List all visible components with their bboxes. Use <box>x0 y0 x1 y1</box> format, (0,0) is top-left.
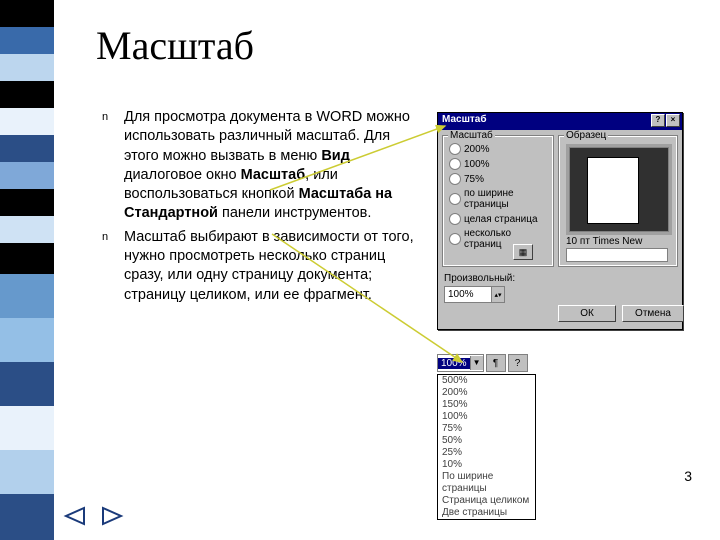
radio-option[interactable]: 100% <box>449 158 547 170</box>
radio-icon <box>449 173 461 185</box>
dropdown-option[interactable]: 100% <box>438 411 535 423</box>
radio-label: 100% <box>464 159 490 170</box>
dropdown-option[interactable]: 150% <box>438 399 535 411</box>
toolbar-fragment: 100% ▼ ¶ ? <box>437 354 528 372</box>
scale-group-label: Масштаб <box>448 130 495 141</box>
toolbar-button-1[interactable]: ¶ <box>486 354 506 372</box>
dropdown-option[interactable]: 50% <box>438 435 535 447</box>
radio-icon <box>449 158 461 170</box>
bullet-marker: n <box>102 108 124 224</box>
dropdown-option[interactable]: 25% <box>438 447 535 459</box>
page-number: 3 <box>684 468 692 484</box>
dropdown-option[interactable]: 75% <box>438 423 535 435</box>
preview-text-box <box>566 248 668 262</box>
zoom-dropdown-list[interactable]: 500%200%150%100%75%50%25%10%По ширине ст… <box>437 374 536 520</box>
arbitrary-label: Произвольный: <box>444 273 515 284</box>
radio-icon <box>449 233 461 245</box>
dropdown-option[interactable]: По ширине страницы <box>438 471 535 495</box>
bullet-item: nМасштаб выбирают в зависимости от того,… <box>102 228 422 305</box>
radio-option[interactable]: целая страница <box>449 213 547 225</box>
preview-groupbox: Образец 10 пт Times New Roman <box>558 135 678 267</box>
dropdown-option[interactable]: 10% <box>438 459 535 471</box>
arbitrary-value: 100% <box>448 289 474 300</box>
dialog-title: Масштаб <box>442 114 487 125</box>
arbitrary-zoom-input[interactable]: 100% ▴▾ <box>444 286 505 303</box>
bullet-item: nДля просмотра документа в WORD можно ис… <box>102 108 422 224</box>
slide-title: Масштаб <box>96 22 254 69</box>
zoom-dialog: Масштаб ? × Масштаб 200% 100% 75% по ширине… <box>437 112 683 330</box>
nav-prev-button[interactable] <box>60 505 90 527</box>
radio-label: 200% <box>464 144 490 155</box>
radio-option[interactable]: 75% <box>449 173 547 185</box>
radio-icon <box>449 193 461 205</box>
multi-page-picker-button[interactable]: ▦ <box>513 244 533 260</box>
close-button[interactable]: × <box>666 114 680 127</box>
cancel-button[interactable]: Отмена <box>622 305 684 322</box>
preview-monitor <box>566 144 672 235</box>
radio-icon <box>449 213 461 225</box>
radio-option[interactable]: 200% <box>449 143 547 155</box>
nav-next-button[interactable] <box>97 505 127 527</box>
radio-icon <box>449 143 461 155</box>
toolbar-button-2[interactable]: ? <box>508 354 528 372</box>
decorative-sidebar <box>0 0 54 540</box>
help-button[interactable]: ? <box>651 114 665 127</box>
dropdown-option[interactable]: 200% <box>438 387 535 399</box>
radio-label: по ширине страницы <box>464 188 547 210</box>
radio-label: 75% <box>464 174 484 185</box>
radio-option[interactable]: по ширине страницы <box>449 188 547 210</box>
ok-button[interactable]: ОК <box>558 305 616 322</box>
bullet-text: Для просмотра документа в WORD можно исп… <box>124 108 422 224</box>
radio-label: целая страница <box>464 214 538 225</box>
chevron-down-icon: ▼ <box>470 356 483 370</box>
dropdown-option[interactable]: Две страницы <box>438 507 535 519</box>
zoom-combo[interactable]: 100% ▼ <box>437 354 484 372</box>
scale-groupbox: Масштаб 200%100%75%по ширине страницыцел… <box>442 135 554 267</box>
bullet-list: nДля просмотра документа в WORD можно ис… <box>102 108 422 309</box>
zoom-combo-value: 100% <box>438 358 470 369</box>
bullet-text: Масштаб выбирают в зависимости от того, … <box>124 228 422 305</box>
spinner-icon: ▴▾ <box>491 287 504 302</box>
bullet-marker: n <box>102 228 124 305</box>
radio-label: несколько страниц <box>464 228 547 250</box>
preview-group-label: Образец <box>564 130 608 141</box>
dropdown-option[interactable]: Страница целиком <box>438 495 535 507</box>
dropdown-option[interactable]: 500% <box>438 375 535 387</box>
dialog-titlebar: Масштаб ? × <box>438 113 682 130</box>
